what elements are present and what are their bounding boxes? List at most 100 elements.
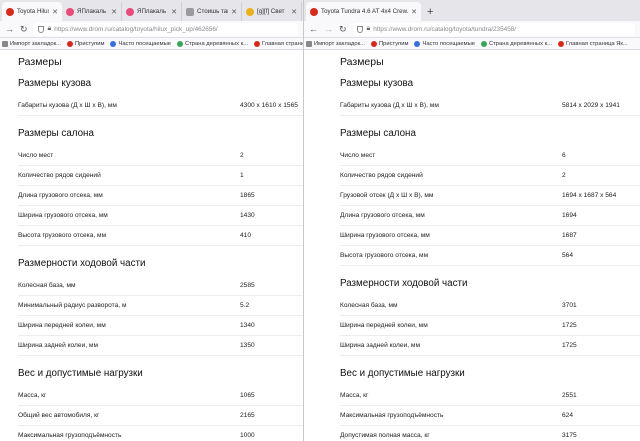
browser-tab[interactable]: [g][f] Свет ✕ [242, 2, 302, 21]
bookmark-icon [66, 40, 73, 47]
forward-icon[interactable]: → [324, 24, 333, 34]
spec-row: Габариты кузова (Д х Ш х В), мм 4300 x 16… [18, 96, 303, 116]
favicon-icon [246, 7, 254, 16]
spec-label: Ширина передней колеи, мм [340, 322, 428, 329]
tab-title: Стоишь так на... [197, 8, 228, 15]
close-icon[interactable]: ✕ [411, 8, 417, 16]
page-title: Размеры [18, 56, 62, 68]
bookmark-item[interactable]: Импорт закладок... [2, 40, 61, 47]
section-title: Размерности ходовой части [340, 278, 468, 289]
page-title: Размеры [340, 56, 384, 68]
bookmark-label: Страна деревянных к... [184, 40, 248, 47]
spec-row: Высота грузового отсека, мм 564 [340, 246, 640, 266]
close-icon[interactable]: ✕ [52, 8, 58, 16]
spec-value: 1430 [240, 212, 255, 219]
spec-value: 2551 [562, 392, 577, 399]
browser-window-right: Toyota Tundra 4.6 AT 4x4 Crew... ✕ + ← → ↻… [303, 0, 640, 441]
bookmark-item[interactable]: Часто посещаемые [110, 40, 171, 47]
close-icon[interactable]: ✕ [111, 8, 117, 16]
spec-row: Количество рядов сидений 2 [340, 166, 640, 186]
bookmark-icon [176, 40, 183, 47]
section-title: Вес и допустимые нагрузки [18, 368, 143, 379]
spec-value: 1725 [562, 322, 577, 329]
bookmark-item[interactable]: Страна деревянных к... [176, 40, 248, 47]
spec-value: 1065 [240, 392, 255, 399]
address-bar[interactable]: 🔒︎ https://www.drom.ru/catalog/toyota/hi… [33, 22, 298, 36]
spec-label: Количество рядов сидений [18, 172, 101, 179]
new-tab-button[interactable]: + [427, 6, 433, 18]
close-icon[interactable]: ✕ [171, 8, 177, 16]
tab-title: [g][f] Свет [257, 8, 285, 15]
spec-label: Высота грузового отсека, мм [18, 232, 107, 239]
back-icon[interactable]: ← [309, 24, 318, 34]
tab-title: Toyota Tundra 4.6 AT 4x4 Crew... [321, 8, 409, 15]
section-title: Размеры кузова [340, 78, 414, 89]
shield-icon[interactable] [356, 25, 363, 33]
bookmark-item[interactable]: Главная страница Як... [557, 40, 628, 47]
spec-row: Масса, кг 1065 [18, 386, 303, 406]
close-icon[interactable]: ✕ [231, 8, 237, 16]
page-content: Размеры Размеры кузова Габариты кузова (Д … [0, 50, 303, 441]
spec-label: Масса, кг [340, 392, 369, 399]
spec-label: Ширина задней колеи, мм [18, 342, 98, 349]
nav-bar: ← → ↻ 🔒︎ https://www.drom.ru/catalog/toy… [304, 21, 640, 38]
spec-row: Габариты кузова (Д х Ш х В), мм 5814 x 20… [340, 96, 640, 116]
spec-row: Допустимая полная масса, кг 3175 [340, 426, 640, 441]
tab-strip: Toyota Tundra 4.6 AT 4x4 Crew... ✕ + [304, 0, 640, 21]
spec-row: Ширина грузового отсека, мм 1687 [340, 226, 640, 246]
bookmark-item[interactable]: Главная страница Як... [253, 40, 303, 47]
spec-row: Число мест 2 [18, 146, 303, 166]
bookmark-item[interactable]: Часто посещаемые [414, 40, 475, 47]
spec-label: Ширина передней колеи, мм [18, 322, 106, 329]
spec-row: Колесная база, мм 2585 [18, 276, 303, 296]
favicon-icon [126, 7, 134, 16]
bookmark-icon [370, 40, 377, 47]
section-title: Размеры салона [340, 128, 416, 139]
close-icon[interactable]: ✕ [291, 8, 297, 16]
browser-tab[interactable]: ЯПлакаль - Р...✕ [122, 2, 182, 21]
spec-value: 1340 [240, 322, 255, 329]
spec-value: 1865 [240, 192, 255, 199]
spec-row: Грузовой отсек (Д х Ш х В), мм 1694 x 168… [340, 186, 640, 206]
spec-label: Габариты кузова (Д х Ш х В), мм [340, 102, 439, 109]
spec-label: Количество рядов сидений [340, 172, 423, 179]
spec-row: Ширина задней колеи, мм 1350 [18, 336, 303, 356]
tab-title: ЯПлакаль [77, 8, 107, 15]
browser-tab[interactable]: Toyota Tundra 4.6 AT 4x4 Crew... ✕ [306, 2, 421, 21]
shield-icon[interactable] [37, 25, 44, 33]
bookmark-item[interactable]: Приступим [66, 40, 105, 47]
spec-value: 4300 x 1610 x 1565 [240, 102, 298, 109]
spec-row: Ширина грузового отсека, мм 1430 [18, 206, 303, 226]
browser-tab[interactable]: ЯПлакаль ✕ [62, 2, 122, 21]
browser-tab[interactable]: Toyota Hilux 1.9✕ [2, 2, 62, 21]
bookmark-label: Приступим [74, 40, 105, 47]
spec-row: Длина грузового отсека, мм 1694 [340, 206, 640, 226]
bookmark-item[interactable]: Приступим [370, 40, 408, 47]
spec-value: 6 [562, 152, 566, 159]
spec-value: 5814 x 2029 x 1941 [562, 102, 620, 109]
reload-icon[interactable]: ↻ [20, 24, 28, 35]
spec-label: Допустимая полная масса, кг [340, 432, 430, 439]
spec-value: 3175 [562, 432, 577, 439]
bookmark-item[interactable]: Импорт закладок... [306, 40, 365, 47]
spec-value: 1687 [562, 232, 577, 239]
spec-label: Высота грузового отсека, мм [340, 252, 429, 259]
forward-icon[interactable]: → [5, 24, 14, 34]
spec-row: Ширина передней колеи, мм 1340 [18, 316, 303, 336]
page-content: Размеры Размеры кузова Габариты кузова (Д … [304, 50, 640, 441]
address-bar[interactable]: 🔒︎ https://www.drom.ru/catalog/toyota/tu… [352, 22, 635, 36]
bookmarks-bar: Импорт закладок... Приступим Часто посещае… [304, 38, 640, 50]
browser-tab[interactable]: Стоишь так на...✕ [182, 2, 242, 21]
bookmark-label: Импорт закладок... [314, 40, 365, 47]
section-title: Вес и допустимые нагрузки [340, 368, 465, 379]
reload-icon[interactable]: ↻ [339, 24, 347, 35]
lock-icon[interactable]: 🔒︎ [367, 25, 371, 33]
bookmark-icon [414, 40, 421, 47]
lock-icon[interactable]: 🔒︎ [48, 25, 52, 33]
section-title: Размеры кузова [18, 78, 92, 89]
spec-value: 3701 [562, 302, 577, 309]
spec-value: 624 [562, 412, 574, 419]
spec-label: Минимальный радиус разворота, м [18, 302, 127, 309]
spec-row: Максимальная грузоподъёмность 1000 [18, 426, 303, 441]
bookmark-item[interactable]: Страна деревянных к... [480, 40, 552, 47]
